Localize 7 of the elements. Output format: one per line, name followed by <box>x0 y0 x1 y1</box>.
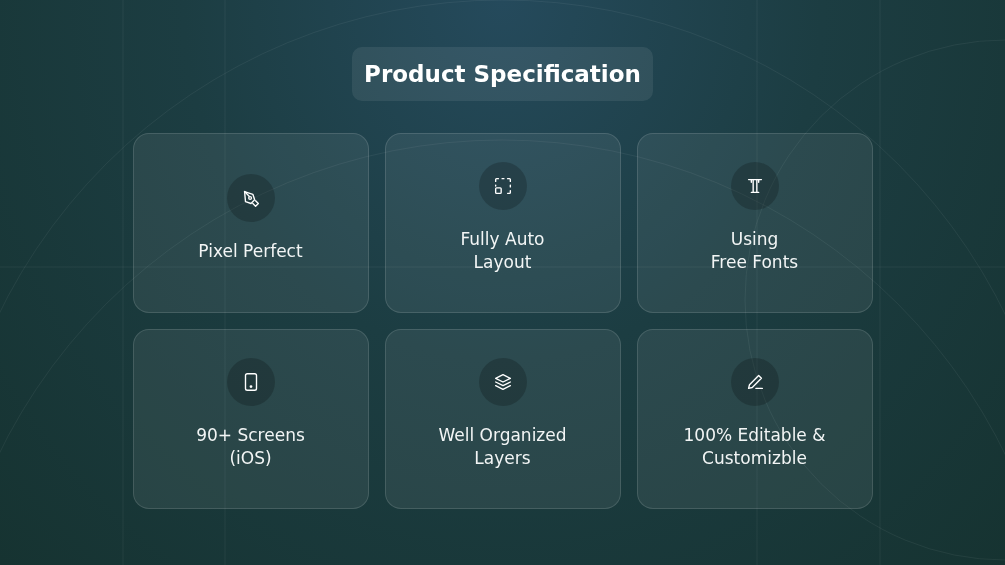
section-title: Product Specification <box>352 47 653 101</box>
feature-label: Well Organized Layers <box>438 424 567 470</box>
feature-label: Using Free Fonts <box>710 228 799 274</box>
feature-label: 100% Editable & Customizble <box>683 424 826 470</box>
feature-label: 90+ Screens (iOS) <box>196 424 305 470</box>
feature-label: Fully Auto Layout <box>460 228 545 274</box>
feature-label: Pixel Perfect <box>198 239 303 263</box>
